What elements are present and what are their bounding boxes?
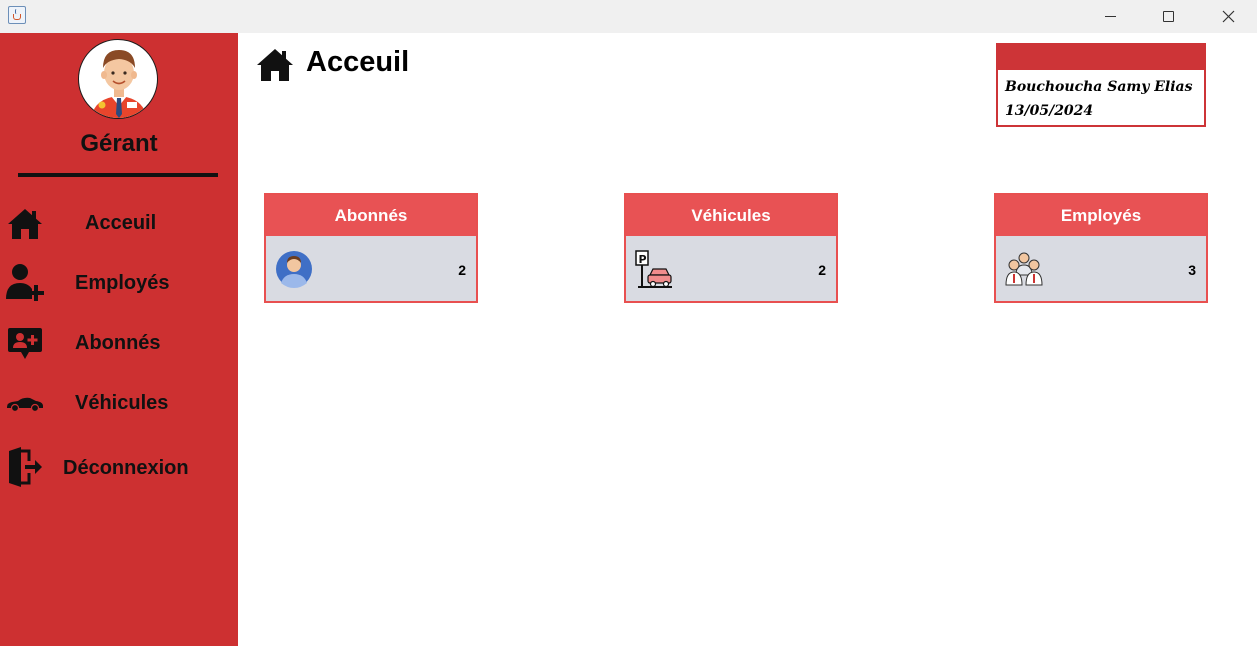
sidebar-item-vehicules[interactable]: Véhicules bbox=[0, 379, 238, 429]
stat-count: 2 bbox=[458, 262, 466, 278]
close-icon bbox=[1222, 10, 1234, 23]
user-info-card: Bouchoucha Samy Elias 13/05/2024 bbox=[996, 43, 1206, 127]
current-date: 13/05/2024 bbox=[1005, 103, 1094, 119]
maximize-button[interactable] bbox=[1145, 0, 1191, 33]
subscriber-chat-icon bbox=[6, 325, 44, 363]
employees-group-icon bbox=[1004, 249, 1044, 289]
stat-card-header: Employés bbox=[996, 195, 1206, 236]
window-titlebar bbox=[0, 0, 1257, 33]
add-user-icon bbox=[6, 263, 44, 301]
stat-card-employes[interactable]: Employés 3 bbox=[994, 193, 1208, 303]
sidebar-item-label: Abonnés bbox=[75, 332, 161, 354]
user-name: Bouchoucha Samy Elias bbox=[1005, 79, 1193, 95]
sidebar-item-abonnes[interactable]: Abonnés bbox=[0, 319, 238, 369]
sidebar-item-label: Employés bbox=[75, 272, 170, 294]
page-title: Acceuil bbox=[306, 46, 410, 78]
sidebar-item-label: Déconnexion bbox=[63, 457, 189, 479]
logout-door-icon bbox=[6, 447, 44, 487]
java-app-icon bbox=[8, 6, 26, 24]
sidebar-item-label: Véhicules bbox=[75, 392, 169, 414]
sidebar: Gérant Acceuil Employés Abonnés Véhicule… bbox=[0, 33, 238, 646]
stat-card-vehicules[interactable]: Véhicules P 2 bbox=[624, 193, 838, 303]
parking-car-icon: P bbox=[634, 249, 674, 289]
sidebar-item-acceuil[interactable]: Acceuil bbox=[0, 199, 238, 249]
sidebar-item-label: Acceuil bbox=[85, 212, 157, 234]
stat-card-abonnes[interactable]: Abonnés 2 bbox=[264, 193, 478, 303]
close-button[interactable] bbox=[1205, 0, 1251, 33]
maximize-icon bbox=[1162, 11, 1174, 22]
home-icon bbox=[256, 48, 294, 86]
minimize-icon bbox=[1104, 16, 1116, 17]
subscriber-avatar-icon bbox=[274, 249, 314, 289]
stat-count: 2 bbox=[818, 262, 826, 278]
stat-card-title: Véhicules bbox=[691, 205, 771, 225]
minimize-button[interactable] bbox=[1087, 0, 1133, 33]
stat-count: 3 bbox=[1188, 262, 1196, 278]
car-icon bbox=[6, 385, 44, 423]
role-label: Gérant bbox=[80, 130, 158, 157]
sidebar-item-deconnexion[interactable]: Déconnexion bbox=[0, 444, 238, 494]
svg-text:P: P bbox=[639, 253, 647, 266]
manager-avatar bbox=[78, 39, 158, 119]
stat-card-title: Abonnés bbox=[334, 205, 408, 225]
home-icon bbox=[6, 205, 44, 243]
stat-card-header: Véhicules bbox=[626, 195, 836, 236]
role-divider bbox=[18, 173, 218, 177]
stat-card-title: Employés bbox=[1060, 205, 1142, 225]
stat-card-header: Abonnés bbox=[266, 195, 476, 236]
user-info-card-header bbox=[998, 45, 1204, 70]
sidebar-item-employes[interactable]: Employés bbox=[0, 259, 238, 309]
